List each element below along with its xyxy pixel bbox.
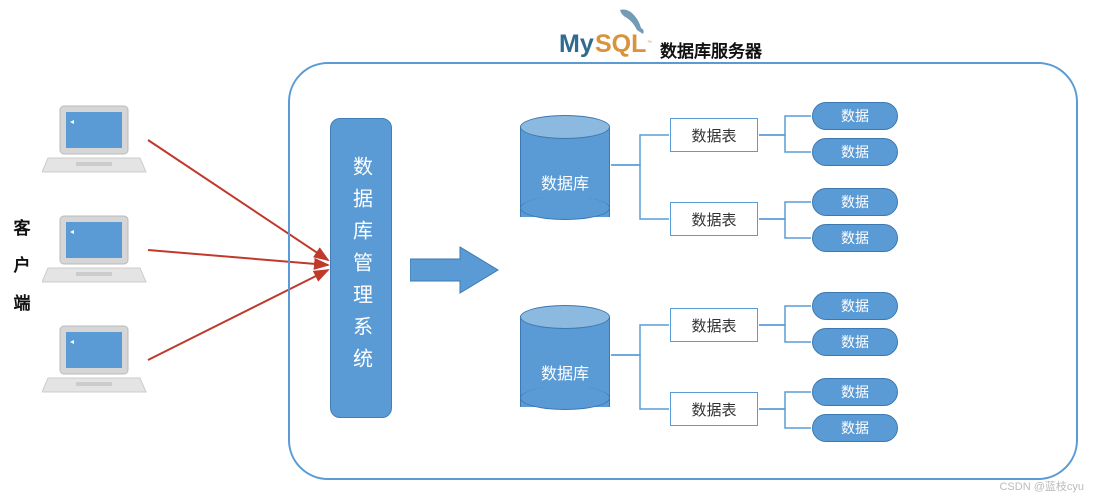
watermark-text: CSDN @蓝枝cyu (999, 478, 1084, 494)
database-label: 数据库 (520, 170, 610, 194)
database-label: 数据库 (520, 360, 610, 384)
connector-lines (0, 0, 1094, 500)
